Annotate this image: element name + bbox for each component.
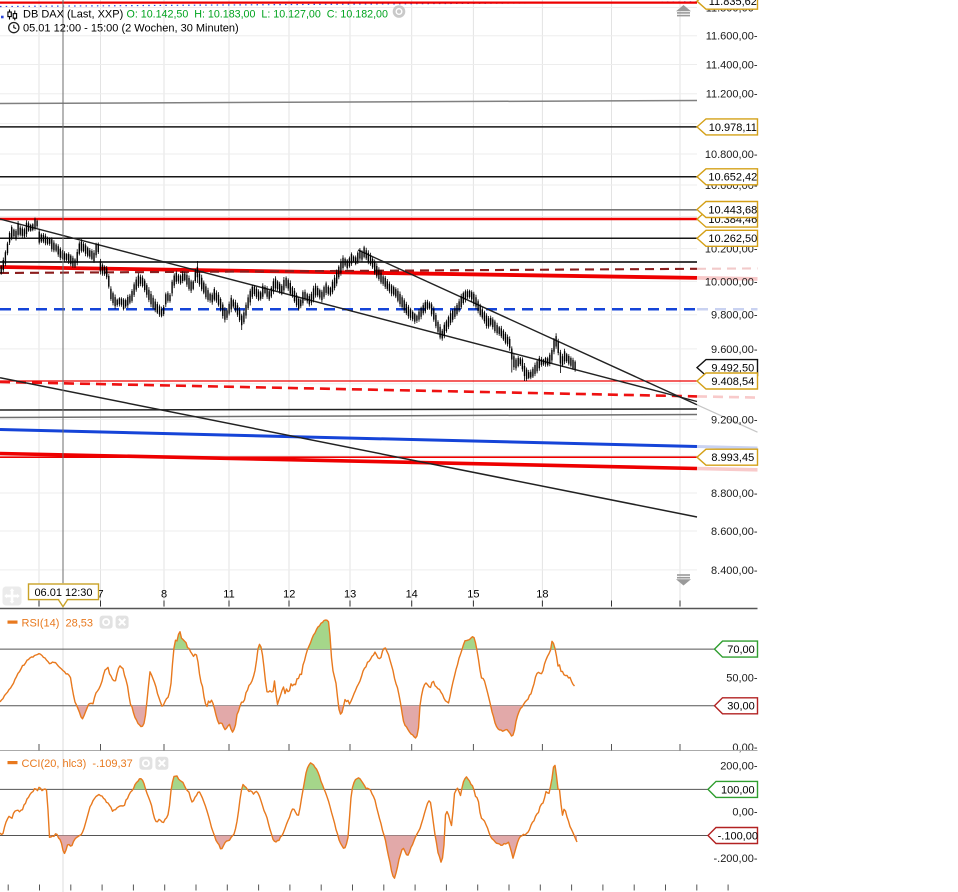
- svg-text:8.800,00-: 8.800,00-: [711, 488, 758, 500]
- svg-text:9.600,00-: 9.600,00-: [711, 344, 758, 356]
- svg-text:9.800,00-: 9.800,00-: [711, 310, 758, 322]
- svg-text:O: 10.142,50 H: 10.183,00 L:: O: 10.142,50 H: 10.183,00 L: 10.127,00 C…: [127, 9, 389, 21]
- svg-text:-.100,00: -.100,00: [718, 830, 758, 842]
- svg-text:13: 13: [344, 589, 356, 601]
- svg-text:11.400,00-: 11.400,00-: [706, 59, 758, 71]
- svg-text:100,00: 100,00: [721, 784, 755, 796]
- svg-text:11.600,00-: 11.600,00-: [706, 31, 758, 43]
- svg-text:9.408,54: 9.408,54: [711, 376, 754, 388]
- svg-text:30,00: 30,00: [727, 701, 755, 713]
- svg-text:05.01 12:00 - 15:00 (2 Wochen,: 05.01 12:00 - 15:00 (2 Wochen, 30 Minute…: [23, 23, 239, 35]
- svg-text:10.443,68: 10.443,68: [708, 204, 757, 216]
- svg-text:18: 18: [536, 589, 548, 601]
- svg-text:8: 8: [161, 589, 167, 601]
- svg-text:200,00-: 200,00-: [720, 761, 758, 773]
- svg-text:DB DAX (Last, XXP): DB DAX (Last, XXP): [23, 9, 123, 21]
- svg-text:11.200,00-: 11.200,00-: [706, 89, 758, 101]
- svg-text:10.978,11: 10.978,11: [709, 122, 757, 134]
- svg-text:50,00-: 50,00-: [726, 672, 758, 684]
- svg-text:0,00-: 0,00-: [732, 807, 757, 819]
- svg-text:14: 14: [406, 589, 418, 601]
- svg-text:06.01 12:30: 06.01 12:30: [34, 587, 92, 599]
- svg-text:15: 15: [467, 589, 479, 601]
- svg-text:RSI(14) 28,53: RSI(14) 28,53: [22, 617, 94, 629]
- svg-text:8.993,45: 8.993,45: [711, 452, 754, 464]
- svg-text:8.600,00-: 8.600,00-: [711, 526, 758, 538]
- svg-text:11: 11: [223, 589, 234, 601]
- svg-text:10.652,42: 10.652,42: [708, 172, 757, 184]
- svg-text:10.262,50: 10.262,50: [708, 233, 757, 245]
- svg-text:9.200,00-: 9.200,00-: [711, 414, 758, 426]
- svg-text:10.000,00-: 10.000,00-: [705, 276, 758, 288]
- svg-text:-.200,00-: -.200,00-: [713, 853, 757, 865]
- svg-text:12: 12: [283, 589, 295, 601]
- svg-text:10.800,00-: 10.800,00-: [705, 149, 758, 161]
- svg-text:8.400,00-: 8.400,00-: [711, 565, 758, 577]
- svg-text:0,00-: 0,00-: [732, 742, 757, 754]
- svg-text:70,00: 70,00: [727, 644, 755, 656]
- svg-text:CCI(20, hlc3) -.109,37: CCI(20, hlc3) -.109,37: [22, 758, 133, 770]
- svg-text:11.835,62: 11.835,62: [709, 0, 757, 8]
